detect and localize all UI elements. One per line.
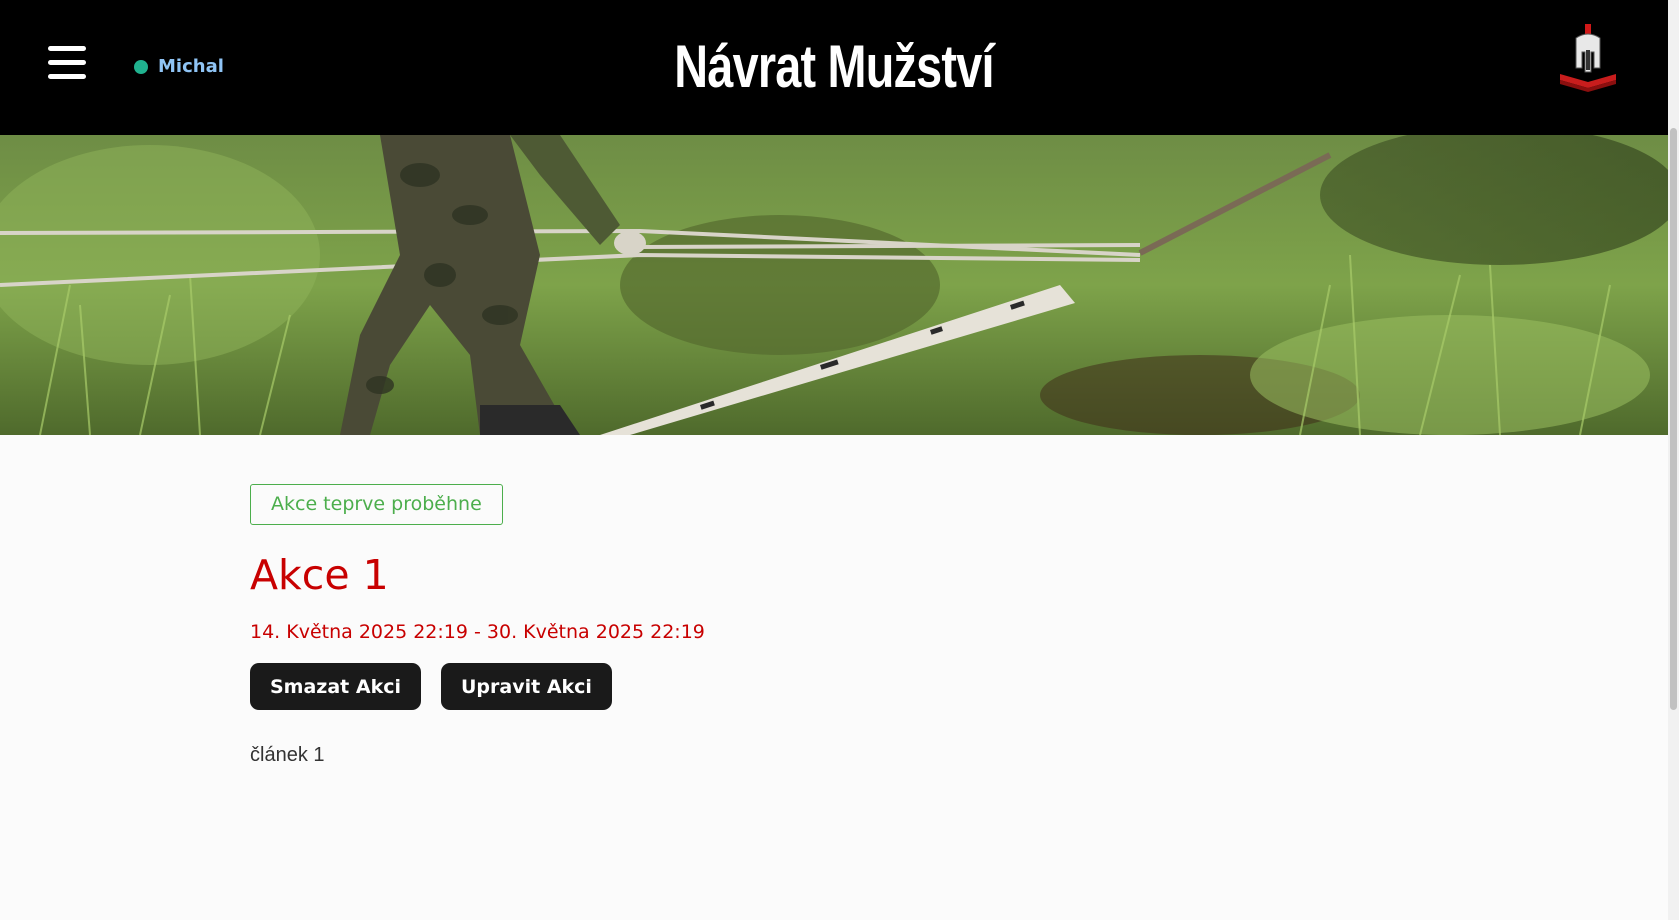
event-actions: Smazat Akci Upravit Akci	[250, 663, 1550, 710]
delete-event-button[interactable]: Smazat Akci	[250, 663, 421, 710]
page: Michal Návrat Mužství Akce teprve proběh…	[0, 0, 1679, 920]
edit-event-button[interactable]: Upravit Akci	[441, 663, 612, 710]
scrollbar[interactable]	[1668, 0, 1679, 920]
hamburger-menu-icon[interactable]	[48, 46, 86, 80]
event-title: Akce 1	[250, 551, 389, 599]
event-body-text: článek 1	[250, 744, 325, 766]
online-status-dot	[134, 59, 148, 74]
event-dates: 14. Května 2025 22:19 - 30. Května 2025 …	[250, 621, 705, 643]
event-detail: Akce teprve proběhne Akce 1 14. Května 2…	[250, 484, 1550, 767]
site-title[interactable]: Návrat Mužství	[183, 28, 1484, 106]
spartan-helmet-logo-icon[interactable]	[1556, 22, 1620, 94]
menu-bar	[48, 60, 86, 65]
hero-image	[0, 135, 1668, 435]
site-header: Michal Návrat Mužství	[0, 0, 1668, 135]
status-badge: Akce teprve proběhne	[250, 484, 503, 525]
menu-bar	[48, 46, 86, 51]
scrollbar-thumb[interactable]	[1670, 128, 1677, 710]
menu-bar	[48, 74, 86, 79]
